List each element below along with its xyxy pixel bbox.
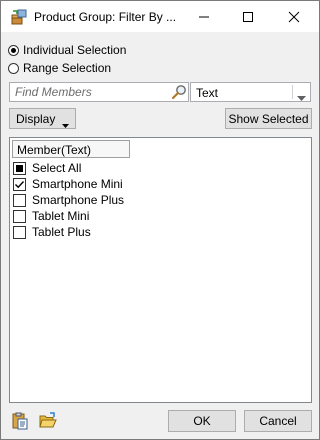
radio-range-selection[interactable]: Range Selection	[8, 60, 111, 76]
minimize-button[interactable]	[181, 1, 227, 32]
cancel-label: Cancel	[259, 414, 297, 428]
member-list-body: Select All Smartphone Mini Smartphone Pl…	[13, 160, 124, 240]
checkmark-icon	[15, 180, 25, 188]
maximize-button[interactable]	[225, 1, 271, 32]
display-dropdown-button[interactable]: Display	[9, 108, 76, 129]
window-title: Product Group: Filter By ...	[34, 10, 177, 24]
close-icon	[288, 11, 300, 22]
minimize-icon	[199, 16, 209, 17]
find-members-input[interactable]	[10, 83, 171, 101]
list-item-smartphone-plus[interactable]: Smartphone Plus	[13, 192, 124, 208]
radio-button-checked[interactable]	[8, 44, 19, 56]
list-item-label: Smartphone Mini	[32, 177, 123, 191]
show-selected-label: Show Selected	[228, 111, 309, 126]
list-item-select-all[interactable]: Select All	[13, 160, 124, 176]
title-bar: Product Group: Filter By ...	[1, 1, 319, 32]
list-item-tablet-mini[interactable]: Tablet Mini	[13, 208, 124, 224]
radio-button[interactable]	[8, 62, 19, 74]
column-header-member-text[interactable]: Member(Text)	[12, 140, 130, 158]
filter-dialog: Product Group: Filter By ... Individual …	[0, 0, 320, 440]
combo-divider	[292, 85, 293, 99]
find-members-box	[9, 82, 189, 102]
display-label: Display	[16, 111, 56, 126]
cancel-button[interactable]: Cancel	[244, 410, 312, 432]
ok-button[interactable]: OK	[168, 410, 236, 432]
close-button[interactable]	[271, 1, 317, 32]
checkbox-checked[interactable]	[13, 177, 26, 191]
checkbox[interactable]	[13, 225, 26, 239]
search-field-value: Text	[196, 86, 219, 100]
list-item-label: Select All	[32, 161, 82, 175]
list-item-label: Tablet Plus	[32, 225, 91, 239]
radio-label: Individual Selection	[23, 43, 127, 57]
member-list[interactable]: Member(Text) Select All Smartphone Mini …	[9, 137, 312, 403]
list-item-tablet-plus[interactable]: Tablet Plus	[13, 224, 124, 240]
radio-label: Range Selection	[23, 61, 112, 75]
chevron-down-icon	[297, 90, 306, 104]
list-item-label: Smartphone Plus	[32, 193, 125, 207]
paste-clipboard-icon[interactable]	[11, 412, 29, 430]
product-group-icon	[10, 8, 28, 26]
radio-individual-selection[interactable]: Individual Selection	[8, 42, 126, 58]
search-icon[interactable]	[171, 84, 187, 100]
show-selected-button[interactable]: Show Selected	[225, 108, 312, 129]
ok-label: OK	[193, 414, 211, 428]
list-item-label: Tablet Mini	[32, 209, 90, 223]
column-header-label: Member(Text)	[17, 143, 92, 157]
list-item-smartphone-mini[interactable]: Smartphone Mini	[13, 176, 124, 192]
checkbox[interactable]	[13, 209, 26, 223]
open-folder-icon[interactable]	[39, 412, 57, 430]
chevron-down-icon	[62, 117, 69, 131]
checkbox-partial[interactable]	[13, 161, 26, 175]
checkbox[interactable]	[13, 193, 26, 207]
maximize-icon	[243, 11, 253, 22]
search-field-select[interactable]: Text	[190, 82, 311, 102]
